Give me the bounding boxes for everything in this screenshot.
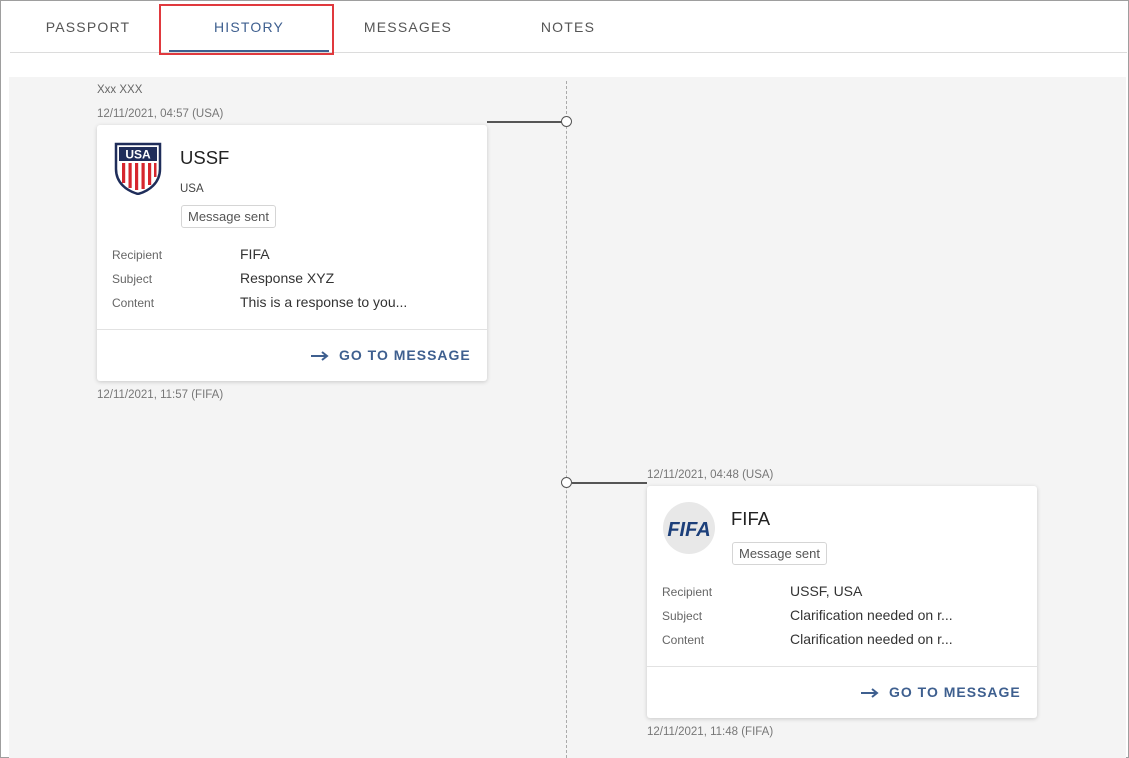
go-to-message-label: GO TO MESSAGE — [889, 684, 1021, 700]
card-divider — [97, 329, 487, 330]
subject-value: Clarification needed on r... — [790, 607, 953, 623]
timeline-node — [561, 116, 572, 127]
timeline-connector — [487, 121, 562, 123]
arrow-right-icon — [311, 348, 329, 364]
recipient-label: Recipient — [112, 248, 163, 262]
subject-label: Subject — [112, 272, 153, 286]
ussf-crest-icon: USA — [113, 141, 163, 196]
content-value: Clarification needed on r... — [790, 631, 953, 647]
entry-timestamp: 12/11/2021, 04:57 (USA) — [97, 108, 224, 120]
go-to-message-button[interactable]: GO TO MESSAGE — [311, 347, 471, 364]
tab-highlight-box — [159, 4, 334, 55]
content-label: Content — [112, 296, 155, 310]
card-country: USA — [180, 183, 204, 195]
timeline-node — [561, 477, 572, 488]
status-badge: Message sent — [181, 205, 276, 228]
subject-value: Response XYZ — [240, 270, 335, 286]
recipient-value: FIFA — [240, 246, 270, 262]
fifa-logo-icon: FIFA — [662, 501, 716, 555]
tab-bar: PASSPORT HISTORY MESSAGES NOTES — [0, 0, 1129, 55]
tab-notes[interactable]: NOTES — [508, 0, 628, 52]
entry-timestamp-bottom: 12/11/2021, 11:57 (FIFA) — [97, 389, 224, 401]
history-card-fifa: FIFA FIFA Message sent Recipient USSF, U… — [647, 486, 1037, 718]
history-card-ussf: USA USSF USA Message sent Recipient FIFA… — [97, 125, 487, 381]
status-badge: Message sent — [732, 542, 827, 565]
content-label: Content — [662, 633, 705, 647]
tab-passport[interactable]: PASSPORT — [28, 0, 148, 52]
recipient-value: USSF, USA — [790, 583, 863, 599]
entry-author: Xxx XXX — [97, 84, 143, 96]
card-org-name: USSF — [180, 147, 230, 168]
timeline-connector — [572, 482, 647, 484]
entry-timestamp: 12/11/2021, 04:48 (USA) — [647, 469, 774, 481]
arrow-right-icon — [861, 685, 879, 701]
svg-text:USA: USA — [125, 148, 151, 162]
entry-timestamp-bottom: 12/11/2021, 11:48 (FIFA) — [647, 726, 774, 738]
content-value: This is a response to you... — [240, 294, 408, 310]
card-divider — [647, 666, 1037, 667]
go-to-message-label: GO TO MESSAGE — [339, 347, 471, 363]
recipient-label: Recipient — [662, 585, 713, 599]
svg-text:FIFA: FIFA — [667, 519, 710, 541]
go-to-message-button[interactable]: GO TO MESSAGE — [861, 684, 1021, 701]
tab-messages[interactable]: MESSAGES — [348, 0, 468, 52]
subject-label: Subject — [662, 609, 703, 623]
card-org-name: FIFA — [731, 508, 771, 529]
timeline-axis — [566, 81, 567, 758]
